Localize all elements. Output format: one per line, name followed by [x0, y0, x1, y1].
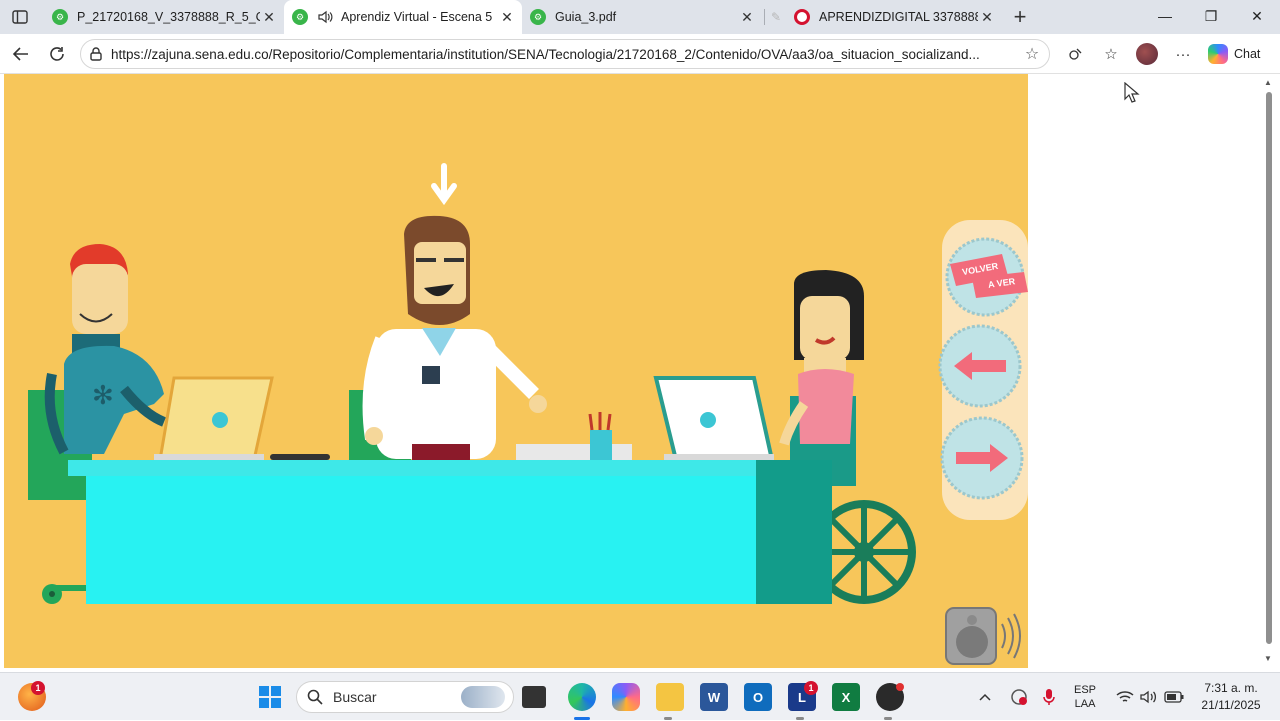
browser-toolbar: https://zajuna.sena.edu.co/Repositorio/C… [0, 34, 1280, 74]
favorites-icon[interactable]: ☆ [1099, 42, 1123, 66]
tab-close-icon[interactable]: ✕ [738, 8, 756, 26]
system-clock[interactable]: 7:31 a. m. 21/11/2025 [1196, 680, 1266, 714]
desk-front [86, 476, 756, 604]
page-content: ✻ VOLVER A VER ▲ ▼ [0, 74, 1280, 670]
more-options-icon[interactable]: ··· [1171, 42, 1195, 66]
vertical-scrollbar[interactable]: ▲ ▼ [1262, 74, 1274, 668]
language-indicator[interactable]: ESP LAA [1074, 673, 1096, 721]
mouse-cursor-icon [1124, 81, 1140, 109]
windows-taskbar: 1 Buscar W O L 1 X ESP LAA 7:31 a. m. 21… [0, 672, 1280, 720]
show-hidden-icons[interactable] [978, 673, 992, 721]
sena-favicon-icon: ⚙ [530, 9, 546, 25]
clock-date: 21/11/2025 [1201, 698, 1261, 712]
desk-side [756, 460, 832, 604]
chat-label: Chat [1234, 47, 1261, 61]
copilot-icon [1208, 44, 1228, 64]
site-info-icon[interactable] [81, 47, 111, 61]
wifi-icon[interactable] [1116, 673, 1134, 721]
keyboard-layout: LAA [1074, 698, 1096, 710]
record-icon [794, 9, 810, 25]
word-icon[interactable]: W [700, 683, 728, 711]
animation-scene: ✻ VOLVER A VER [4, 74, 1028, 668]
taskbar-search[interactable]: Buscar [296, 681, 514, 713]
pin-icon: ✎ [771, 10, 782, 24]
previous-button[interactable] [936, 322, 1024, 410]
sena-favicon-icon: ⚙ [52, 9, 68, 25]
replay-button[interactable]: VOLVER A VER [942, 234, 1028, 320]
tab-strip: ⚙ P_21720168_V_3378888_R_5_C_9. ✕ ⚙ Apre… [0, 0, 1280, 34]
windows-start-icon[interactable] [256, 683, 284, 711]
favorite-star-icon[interactable]: ☆ [1015, 44, 1049, 64]
search-icon [307, 689, 323, 705]
close-window-button[interactable]: ✕ [1234, 0, 1280, 32]
tab-guia3[interactable]: ⚙ Guia_3.pdf ✕ [522, 0, 762, 34]
language-code: ESP [1074, 684, 1097, 696]
desk-top [68, 460, 770, 476]
back-button[interactable] [8, 41, 34, 67]
tab-close-icon[interactable]: ✕ [498, 8, 516, 26]
audio-speaker-button[interactable] [944, 606, 1024, 666]
copilot-chat-button[interactable]: Chat [1208, 41, 1260, 67]
restore-button[interactable]: ❐ [1188, 0, 1234, 32]
tab-separator [764, 9, 765, 25]
next-button[interactable] [938, 414, 1026, 502]
file-explorer-icon[interactable] [656, 683, 684, 711]
sena-favicon-icon: ⚙ [292, 9, 308, 25]
scroll-up-icon[interactable]: ▲ [1263, 78, 1273, 88]
profile-avatar[interactable] [1136, 43, 1158, 65]
notification-badge: 1 [31, 681, 45, 695]
volume-icon[interactable] [1140, 673, 1158, 721]
outlook-icon[interactable]: O [744, 683, 772, 711]
refresh-button[interactable] [44, 41, 70, 67]
tab-p21720168[interactable]: ⚙ P_21720168_V_3378888_R_5_C_9. ✕ [44, 0, 284, 34]
new-tab-button[interactable]: + [1008, 4, 1032, 29]
svg-text:✻: ✻ [92, 381, 114, 411]
minimize-button[interactable]: — [1142, 0, 1188, 32]
recording-dot-icon [896, 683, 904, 691]
extensions-icon[interactable] [1064, 42, 1088, 66]
copilot-app-icon[interactable] [612, 683, 640, 711]
tab-title: P_21720168_V_3378888_R_5_C_9. [77, 10, 260, 24]
scroll-down-icon[interactable]: ▼ [1263, 654, 1273, 664]
tab-aprendizdigital[interactable]: APRENDIZDIGITAL 3378888 ✕ [786, 0, 1002, 34]
security-tray-icon[interactable] [1010, 673, 1028, 721]
battery-icon[interactable] [1164, 673, 1184, 721]
speaker-icon[interactable] [317, 10, 333, 24]
tab-title: Aprendiz Virtual - Escena 5 [341, 10, 493, 24]
clock-time: 7:31 a. m. [1204, 681, 1258, 695]
task-view-icon[interactable] [522, 686, 546, 708]
tab-close-icon[interactable]: ✕ [978, 8, 996, 26]
tab-aprendiz-virtual[interactable]: ⚙ Aprendiz Virtual - Escena 5 ✕ [284, 0, 522, 34]
microphone-icon[interactable] [1042, 673, 1056, 721]
tab-actions-icon[interactable] [8, 6, 32, 28]
scroll-thumb[interactable] [1266, 92, 1272, 644]
edge-browser-icon[interactable] [568, 683, 596, 711]
url-text[interactable]: https://zajuna.sena.edu.co/Repositorio/C… [111, 47, 1015, 62]
tab-close-icon[interactable]: ✕ [260, 8, 278, 26]
search-highlight-icon [461, 686, 505, 708]
search-placeholder: Buscar [333, 689, 377, 705]
app-badge: 1 [804, 681, 818, 695]
address-bar[interactable]: https://zajuna.sena.edu.co/Repositorio/C… [80, 39, 1050, 69]
excel-icon[interactable]: X [832, 683, 860, 711]
tab-title: APRENDIZDIGITAL 3378888 [819, 10, 978, 24]
tab-title: Guia_3.pdf [555, 10, 617, 24]
